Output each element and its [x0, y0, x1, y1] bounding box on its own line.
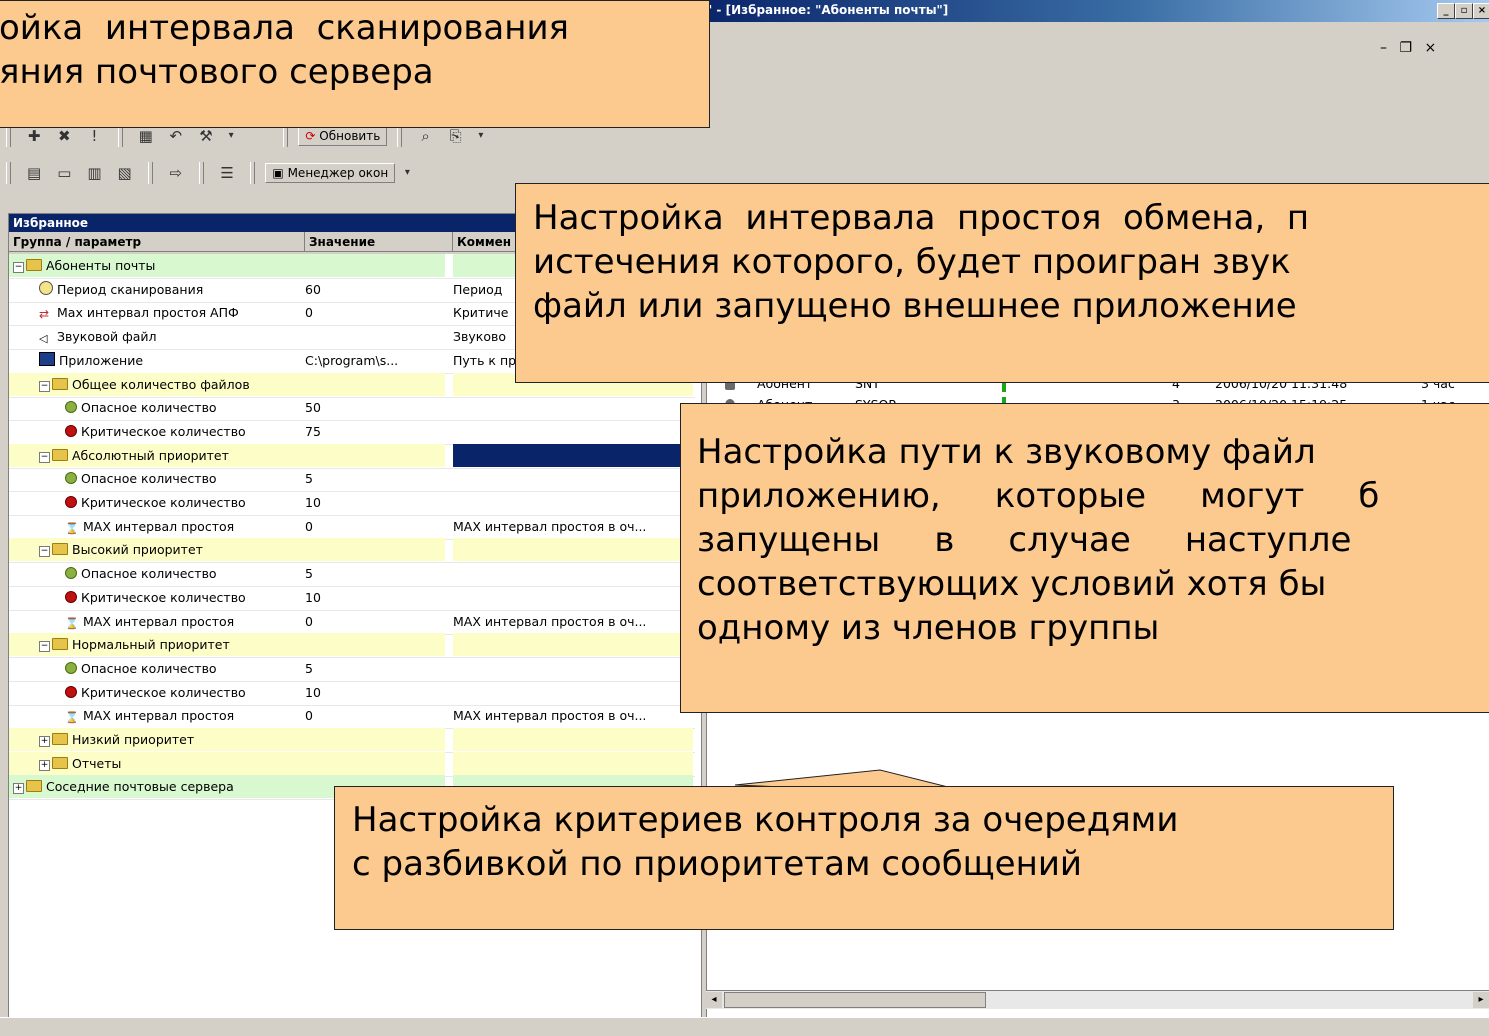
- callout-sound-path-line-3: запущены в случае наступле: [697, 520, 1352, 560]
- callout-sound-path-line-5: одному из членов группы: [697, 608, 1160, 648]
- callout-queue-criteria: Настройка критериев контроля за очередям…: [334, 786, 1394, 930]
- callout-idle-interval: Настройка интервала простоя обмена, п ис…: [515, 183, 1489, 383]
- callout-queue-criteria-line-2: с разбивкой по приоритетам сообщений: [352, 844, 1083, 884]
- callout-idle-interval-line-3: файл или запущено внешнее приложение: [533, 286, 1297, 326]
- callout-scan-interval-line-2: яния почтового сервера: [0, 52, 434, 92]
- callout-idle-interval-line-1: Настройка интервала простоя обмена, п: [533, 198, 1310, 238]
- callout-idle-interval-line-2: истечения которого, будет проигран звук: [533, 242, 1291, 282]
- callout-scan-interval-line-1: ойка интервала сканирования: [0, 8, 569, 48]
- callout-sound-path-line-4: соответствующих условий хотя бы: [697, 564, 1327, 604]
- callout-queue-criteria-line-1: Настройка критериев контроля за очередям…: [352, 800, 1179, 840]
- callout-sound-path-line-1: Настройка пути к звуковому файл: [697, 432, 1316, 472]
- callout-sound-path: Настройка пути к звуковому файл приложен…: [680, 403, 1489, 713]
- callout-scan-interval: ойка интервала сканирования яния почтово…: [0, 0, 710, 128]
- callout-sound-path-line-2: приложению, которые могут б: [697, 476, 1380, 516]
